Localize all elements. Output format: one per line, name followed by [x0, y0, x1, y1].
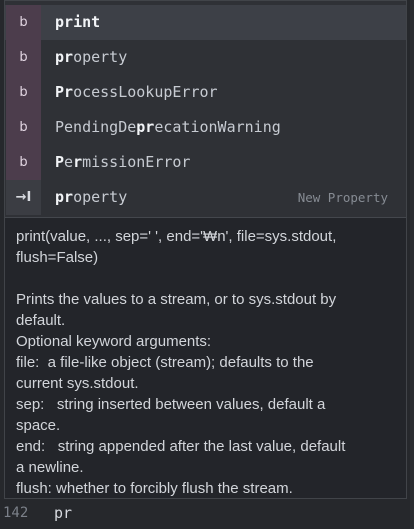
- doc-line: end: string appended after the last valu…: [16, 438, 346, 455]
- doc-line: print(value, ..., sep=' ', end='₩n', fil…: [16, 228, 337, 245]
- suggestion-label: property: [55, 40, 127, 75]
- builtin-kind-icon: b: [6, 75, 41, 110]
- suggestion-item[interactable]: b print: [5, 5, 406, 40]
- label-rest: missionError: [82, 153, 191, 171]
- insert-arrow-icon: →I: [6, 180, 41, 215]
- match-highlight: pr: [55, 188, 74, 206]
- builtin-kind-icon: b: [6, 40, 41, 75]
- label-rest: ocessLookupError: [73, 83, 218, 101]
- label-prefix: PendingDe: [55, 118, 137, 136]
- suggestion-label: PermissionError: [55, 145, 190, 180]
- label-mid: e: [64, 153, 74, 171]
- builtin-kind-icon: b: [6, 110, 41, 145]
- suggestion-item[interactable]: →I property New Property: [5, 180, 406, 215]
- suggestion-item[interactable]: b PermissionError: [5, 145, 406, 180]
- documentation-panel: print(value, ..., sep=' ', end='₩n', fil…: [5, 217, 406, 498]
- doc-blank-line: [16, 268, 396, 289]
- suggestion-label: ProcessLookupError: [55, 75, 218, 110]
- completion-popup: b print b property b ProcessLookupError …: [4, 0, 407, 499]
- label-rest: ecationWarning: [154, 118, 281, 136]
- doc-line: default.: [16, 312, 66, 329]
- line-number: 142: [3, 505, 29, 521]
- editor-window: b print b property b ProcessLookupError …: [0, 0, 414, 529]
- doc-line: space.: [16, 417, 61, 434]
- doc-line: sep: string inserted between values, def…: [16, 396, 326, 413]
- builtin-kind-icon: b: [6, 5, 41, 40]
- label-rest: operty: [73, 188, 128, 206]
- match-highlight: P: [55, 153, 65, 171]
- match-highlight: pr: [136, 118, 155, 136]
- suggestion-detail: New Property: [297, 190, 388, 205]
- suggestion-label: print: [55, 5, 100, 40]
- label-rest: operty: [73, 48, 128, 66]
- doc-line: a newline.: [16, 459, 84, 476]
- suggestion-item[interactable]: b ProcessLookupError: [5, 75, 406, 110]
- match-highlight: pr: [55, 48, 74, 66]
- builtin-kind-icon: b: [6, 145, 41, 180]
- suggestion-item[interactable]: b property: [5, 40, 406, 75]
- doc-line: Prints the values to a stream, or to sys…: [16, 291, 337, 308]
- suggestion-item[interactable]: b PendingDeprecationWarning: [5, 110, 406, 145]
- match-highlight: pr: [55, 13, 74, 31]
- label-rest: int: [73, 13, 101, 31]
- doc-line: flush=False): [16, 249, 99, 266]
- match-highlight: Pr: [55, 83, 74, 101]
- doc-line: Optional keyword arguments:: [16, 333, 212, 350]
- doc-line: flush: whether to forcibly flush the str…: [16, 480, 293, 497]
- suggestion-label: property: [55, 180, 127, 215]
- match-highlight: r: [73, 153, 83, 171]
- scrollbar[interactable]: [410, 0, 414, 529]
- code-line[interactable]: pr: [54, 504, 72, 522]
- doc-line: file: a file-like object (stream); defau…: [16, 354, 314, 371]
- suggestion-label: PendingDeprecationWarning: [55, 110, 281, 145]
- doc-line: current sys.stdout.: [16, 375, 139, 392]
